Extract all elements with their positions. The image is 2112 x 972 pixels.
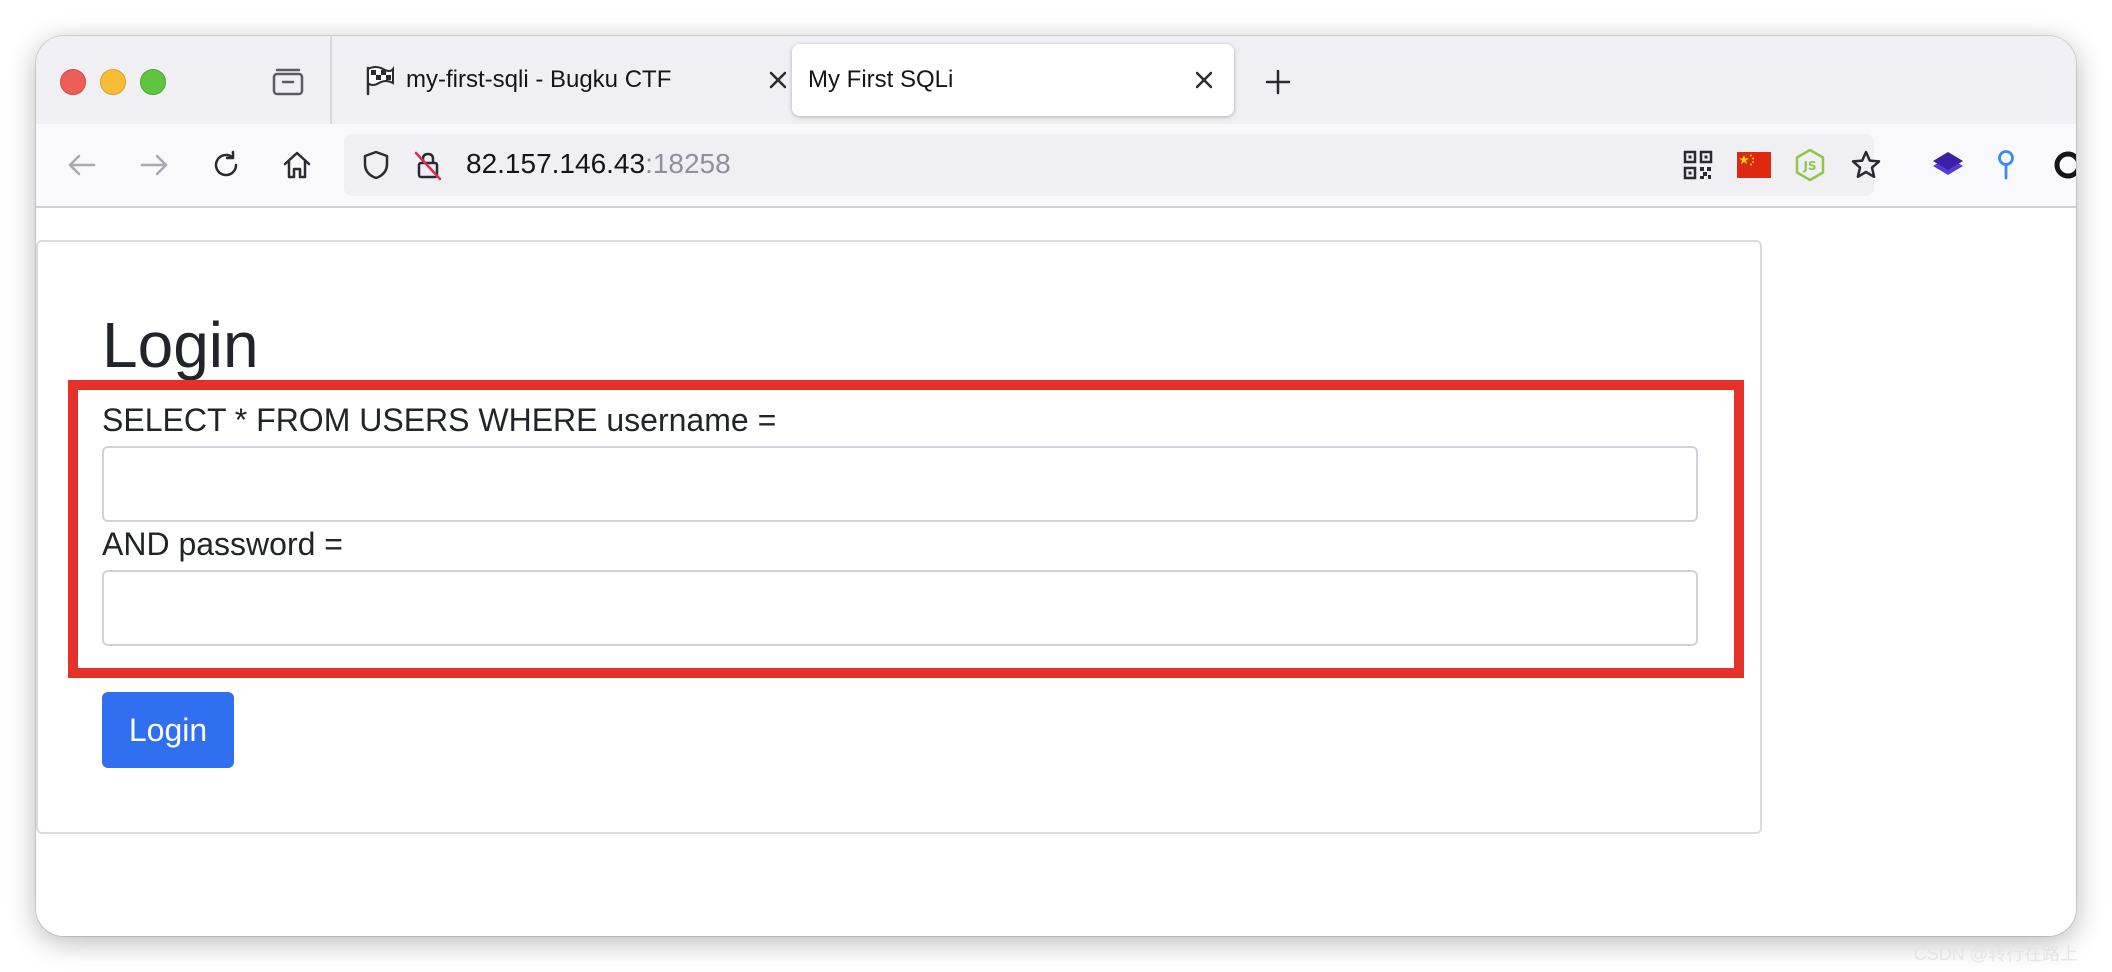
shield-icon[interactable]: [356, 145, 396, 185]
close-tab-icon[interactable]: [760, 62, 796, 98]
tab-my-first-sqli[interactable]: My First SQLi: [792, 44, 1234, 116]
address-bar[interactable]: 82.157.146.43:18258: [344, 134, 1874, 196]
tab-overview-icon[interactable]: [268, 62, 308, 102]
password-input[interactable]: [102, 570, 1698, 646]
svg-text:JS: JS: [1802, 159, 1816, 173]
url-text[interactable]: 82.157.146.43:18258: [466, 148, 731, 180]
qr-code-icon[interactable]: [1674, 141, 1722, 189]
username-label: SELECT * FROM USERS WHERE username =: [102, 402, 777, 438]
china-flag-icon[interactable]: [1730, 141, 1778, 189]
zoom-window-button[interactable]: [140, 69, 166, 95]
bookmark-star-icon[interactable]: [1842, 141, 1890, 189]
tab-my-first-sqli-bugku[interactable]: my-first-sqli - Bugku CTF: [352, 44, 808, 116]
password-label: AND password =: [102, 526, 343, 562]
page-title: Login: [102, 309, 259, 381]
insecure-lock-icon[interactable]: [408, 145, 448, 185]
back-arrow-icon[interactable]: [58, 141, 106, 189]
url-host: 82.157.146.43: [466, 148, 646, 179]
tab-strip: my-first-sqli - Bugku CTF My First SQLi: [36, 36, 2076, 124]
checkered-flag-icon: [362, 63, 396, 97]
close-tab-icon[interactable]: [1186, 62, 1222, 98]
home-icon[interactable]: [273, 141, 321, 189]
layers-icon[interactable]: [1924, 141, 1972, 189]
new-tab-icon[interactable]: [1258, 62, 1298, 102]
nodejs-icon[interactable]: JS: [1786, 141, 1834, 189]
browser-window: my-first-sqli - Bugku CTF My First SQLi: [36, 36, 2076, 936]
circle-icon[interactable]: [2044, 141, 2076, 189]
close-window-button[interactable]: [60, 69, 86, 95]
minimize-window-button[interactable]: [100, 69, 126, 95]
username-input[interactable]: [102, 446, 1698, 522]
watermark-text: CSDN @转行在路上: [1913, 944, 2078, 964]
reload-icon[interactable]: [202, 141, 250, 189]
login-button[interactable]: Login: [102, 692, 234, 768]
forward-arrow-icon[interactable]: [130, 141, 178, 189]
url-port: :18258: [645, 148, 731, 179]
tab-title: my-first-sqli - Bugku CTF: [406, 66, 672, 93]
pin-icon[interactable]: [1982, 141, 2030, 189]
tab-title: My First SQLi: [808, 66, 954, 93]
tab-separator: [330, 36, 332, 124]
navigation-toolbar: 82.157.146.43:18258 JS: [36, 124, 2076, 208]
page-viewport: Login SELECT * FROM USERS WHERE username…: [36, 208, 2076, 936]
login-card: Login SELECT * FROM USERS WHERE username…: [36, 240, 1762, 834]
